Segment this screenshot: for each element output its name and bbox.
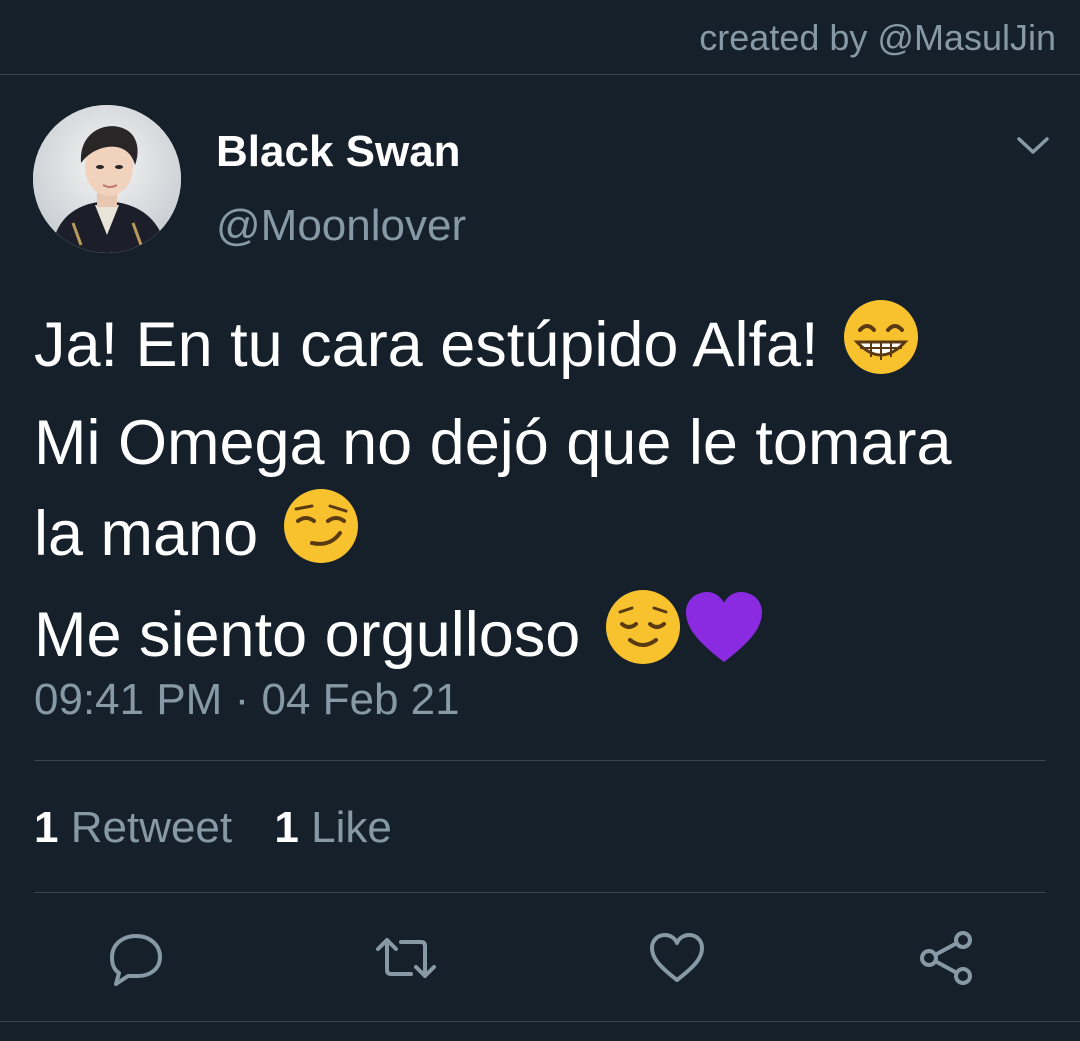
user-handle[interactable]: @Moonlover bbox=[216, 200, 466, 252]
tweet-timestamp: 09:41 PM · 04 Feb 21 bbox=[34, 674, 460, 726]
retweet-icon[interactable] bbox=[373, 928, 436, 988]
like-icon[interactable] bbox=[647, 928, 707, 988]
tweet-line: Ja! En tu cara estúpido Alfa! bbox=[34, 298, 1064, 399]
tweet-time: 09:41 PM bbox=[34, 675, 223, 724]
tweet-page: created by @MasulJin Black Swan @Moonlov… bbox=[0, 0, 1080, 1041]
divider bbox=[34, 760, 1046, 761]
bottom-divider bbox=[0, 1021, 1080, 1022]
tweet-line-text: Me siento orgulloso bbox=[34, 600, 581, 670]
likes-count: 1 bbox=[274, 803, 299, 852]
tweet-date: 04 Feb 21 bbox=[261, 675, 460, 724]
smirking-face-emoji bbox=[282, 487, 360, 588]
relieved-face-emoji bbox=[604, 588, 682, 689]
tweet-line-text: Ja! En tu cara estúpido Alfa! bbox=[34, 310, 819, 380]
likes-stat[interactable]: 1 Like bbox=[274, 802, 391, 854]
avatar[interactable] bbox=[33, 105, 181, 253]
likes-label: Like bbox=[311, 803, 392, 852]
retweets-stat[interactable]: 1 Retweet bbox=[34, 802, 232, 854]
tweet-line-text: Mi Omega no dejó que le tomara bbox=[34, 408, 952, 478]
chevron-down-icon[interactable] bbox=[1014, 130, 1052, 160]
top-bar: created by @MasulJin bbox=[0, 0, 1080, 75]
tweet-line-text: la mano bbox=[34, 499, 259, 569]
share-icon[interactable] bbox=[917, 928, 977, 988]
retweets-count: 1 bbox=[34, 803, 59, 852]
tweet-text: Ja! En tu cara estúpido Alfa! Mi Omega n… bbox=[34, 298, 1064, 689]
tweet-line: Mi Omega no dejó que le tomara bbox=[34, 399, 1064, 487]
reply-icon[interactable] bbox=[106, 928, 166, 988]
divider bbox=[34, 892, 1046, 893]
creator-credit: created by @MasulJin bbox=[699, 17, 1056, 58]
display-name[interactable]: Black Swan bbox=[216, 126, 461, 178]
tweet-stats: 1 Retweet 1 Like bbox=[34, 802, 422, 854]
retweets-label: Retweet bbox=[70, 803, 233, 852]
beaming-face-emoji bbox=[842, 298, 920, 399]
purple-heart-emoji bbox=[684, 590, 764, 689]
timestamp-separator: · bbox=[234, 675, 250, 724]
tweet-line: la mano bbox=[34, 487, 1064, 588]
